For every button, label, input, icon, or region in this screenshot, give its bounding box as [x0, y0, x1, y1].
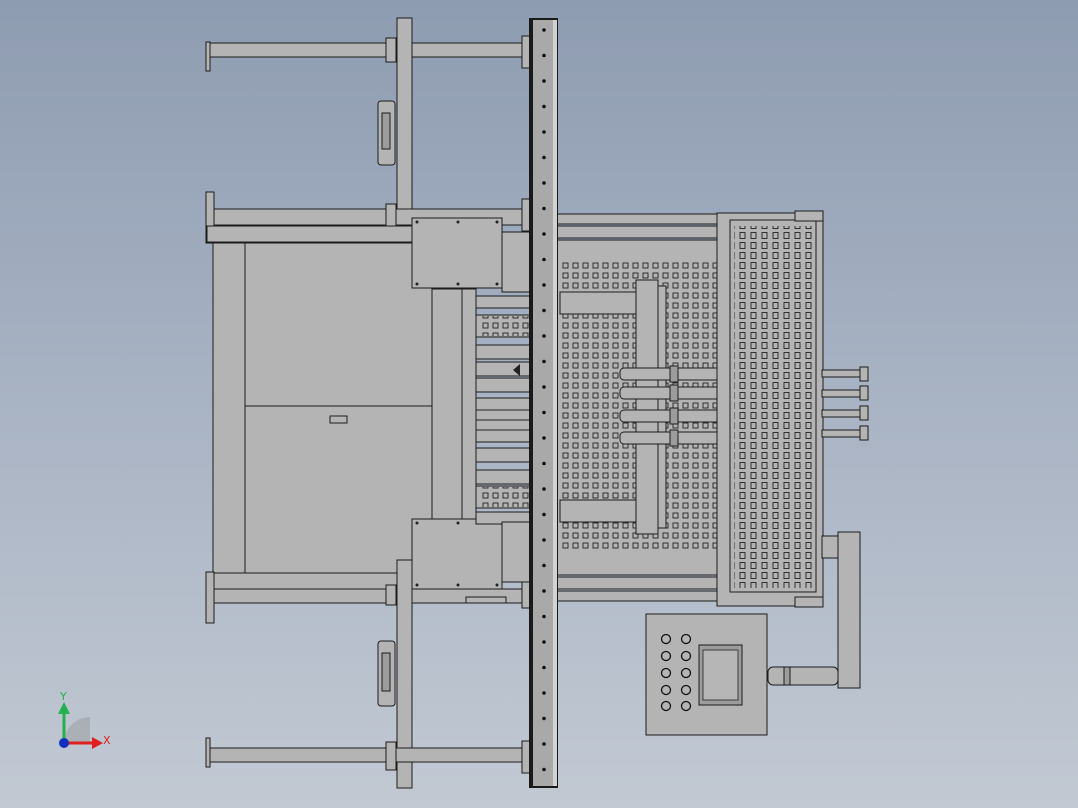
- column-hole: [542, 461, 546, 466]
- column-hole: [542, 232, 546, 236]
- x-axis-label: X: [103, 734, 111, 747]
- pusher-bar-edge: [657, 285, 667, 529]
- control-panel: [645, 613, 768, 736]
- left-column: [212, 242, 246, 574]
- column-hole: [542, 563, 546, 568]
- bracket-perf-1: [482, 316, 530, 336]
- mesh-corner-top: [794, 210, 824, 222]
- upper-rail-clamp: [385, 203, 397, 230]
- bottom-guide-rail-2: [554, 590, 726, 602]
- pusher-plate-upper: [559, 291, 639, 315]
- column-hole: [542, 512, 546, 517]
- top-guide-rail: [554, 213, 726, 225]
- motor-box-lower: [411, 518, 503, 590]
- side-arm: [837, 531, 861, 689]
- central-column: [529, 18, 558, 788]
- column-hole: [542, 385, 546, 389]
- bracket-rail-7: [475, 469, 531, 485]
- left-panel-slot: [329, 415, 348, 424]
- column-hole: [542, 181, 546, 185]
- mesh-corner-bottom: [794, 596, 824, 608]
- exit-rods: [821, 366, 869, 441]
- right-mesh-perforation: [734, 226, 814, 588]
- upper-post-clamp: [385, 37, 397, 63]
- column-face: [533, 20, 554, 786]
- column-hole: [542, 691, 546, 695]
- bracket-rail-6: [475, 447, 531, 463]
- top-arm-flange: [521, 35, 531, 69]
- upper-rail-flange: [521, 198, 531, 232]
- column-hole: [542, 410, 546, 415]
- bottom-arm-endplate: [205, 737, 211, 768]
- column-hole: [542, 334, 546, 338]
- bottom-arm-flange: [521, 740, 531, 774]
- bracket-rail-4: [475, 361, 531, 377]
- upper-rail-2: [206, 225, 418, 243]
- pusher-plate-lower: [559, 499, 639, 523]
- y-axis-label: Y: [59, 690, 67, 703]
- inner-column: [431, 288, 463, 530]
- column-hole: [542, 359, 546, 364]
- bottom-guide-rail: [554, 576, 726, 590]
- bottom-arm-clamp: [385, 741, 397, 771]
- column-hole: [542, 589, 546, 593]
- inner-column-2: [461, 288, 477, 530]
- side-rod-collar: [783, 666, 791, 686]
- bracket-rail-1: [475, 295, 531, 309]
- column-hole: [542, 640, 546, 644]
- origin-dot: [59, 738, 69, 748]
- lower-rail-clamp: [385, 584, 397, 606]
- column-hole: [542, 436, 546, 440]
- upper-handle-grip: [381, 112, 391, 150]
- bottom-arm-beam: [206, 747, 528, 763]
- bracket-rail-3: [475, 344, 531, 360]
- upper-bracket: [501, 231, 531, 293]
- column-hole: [542, 155, 546, 160]
- cad-viewport[interactable]: Y X: [0, 0, 1078, 808]
- column-hole: [542, 742, 546, 746]
- lower-rail-endplate: [205, 571, 215, 624]
- column-hole: [542, 283, 546, 287]
- lower-tab: [465, 596, 507, 604]
- column-hole: [542, 53, 546, 58]
- side-rod: [767, 666, 839, 686]
- top-arm-endplate: [205, 41, 211, 72]
- column-hole: [542, 130, 546, 134]
- motor-box-upper: [411, 217, 503, 289]
- lower-bracket: [501, 521, 531, 583]
- bracket-perf-2: [482, 487, 530, 507]
- column-hole: [542, 28, 546, 32]
- column-hole: [542, 665, 546, 670]
- column-hole: [542, 614, 546, 619]
- pusher-bar: [635, 279, 659, 535]
- coordinate-triad: Y X: [58, 690, 111, 749]
- top-guide-rail-2: [554, 225, 726, 239]
- column-hole: [542, 538, 546, 542]
- top-arm-beam: [206, 42, 528, 58]
- bracket-rail-5: [475, 377, 531, 393]
- column-hole: [542, 308, 546, 313]
- column-hole: [542, 487, 546, 491]
- machine-drawing: Y X: [58, 17, 869, 789]
- column-hole: [542, 206, 546, 211]
- column-hole: [542, 257, 546, 262]
- column-hole: [542, 79, 546, 83]
- lower-handle-grip: [381, 652, 391, 692]
- column-hole: [542, 716, 546, 721]
- column-hole: [542, 767, 546, 772]
- left-panel-upper: [244, 242, 433, 407]
- column-hole: [542, 104, 546, 109]
- left-panel-lower: [244, 405, 433, 574]
